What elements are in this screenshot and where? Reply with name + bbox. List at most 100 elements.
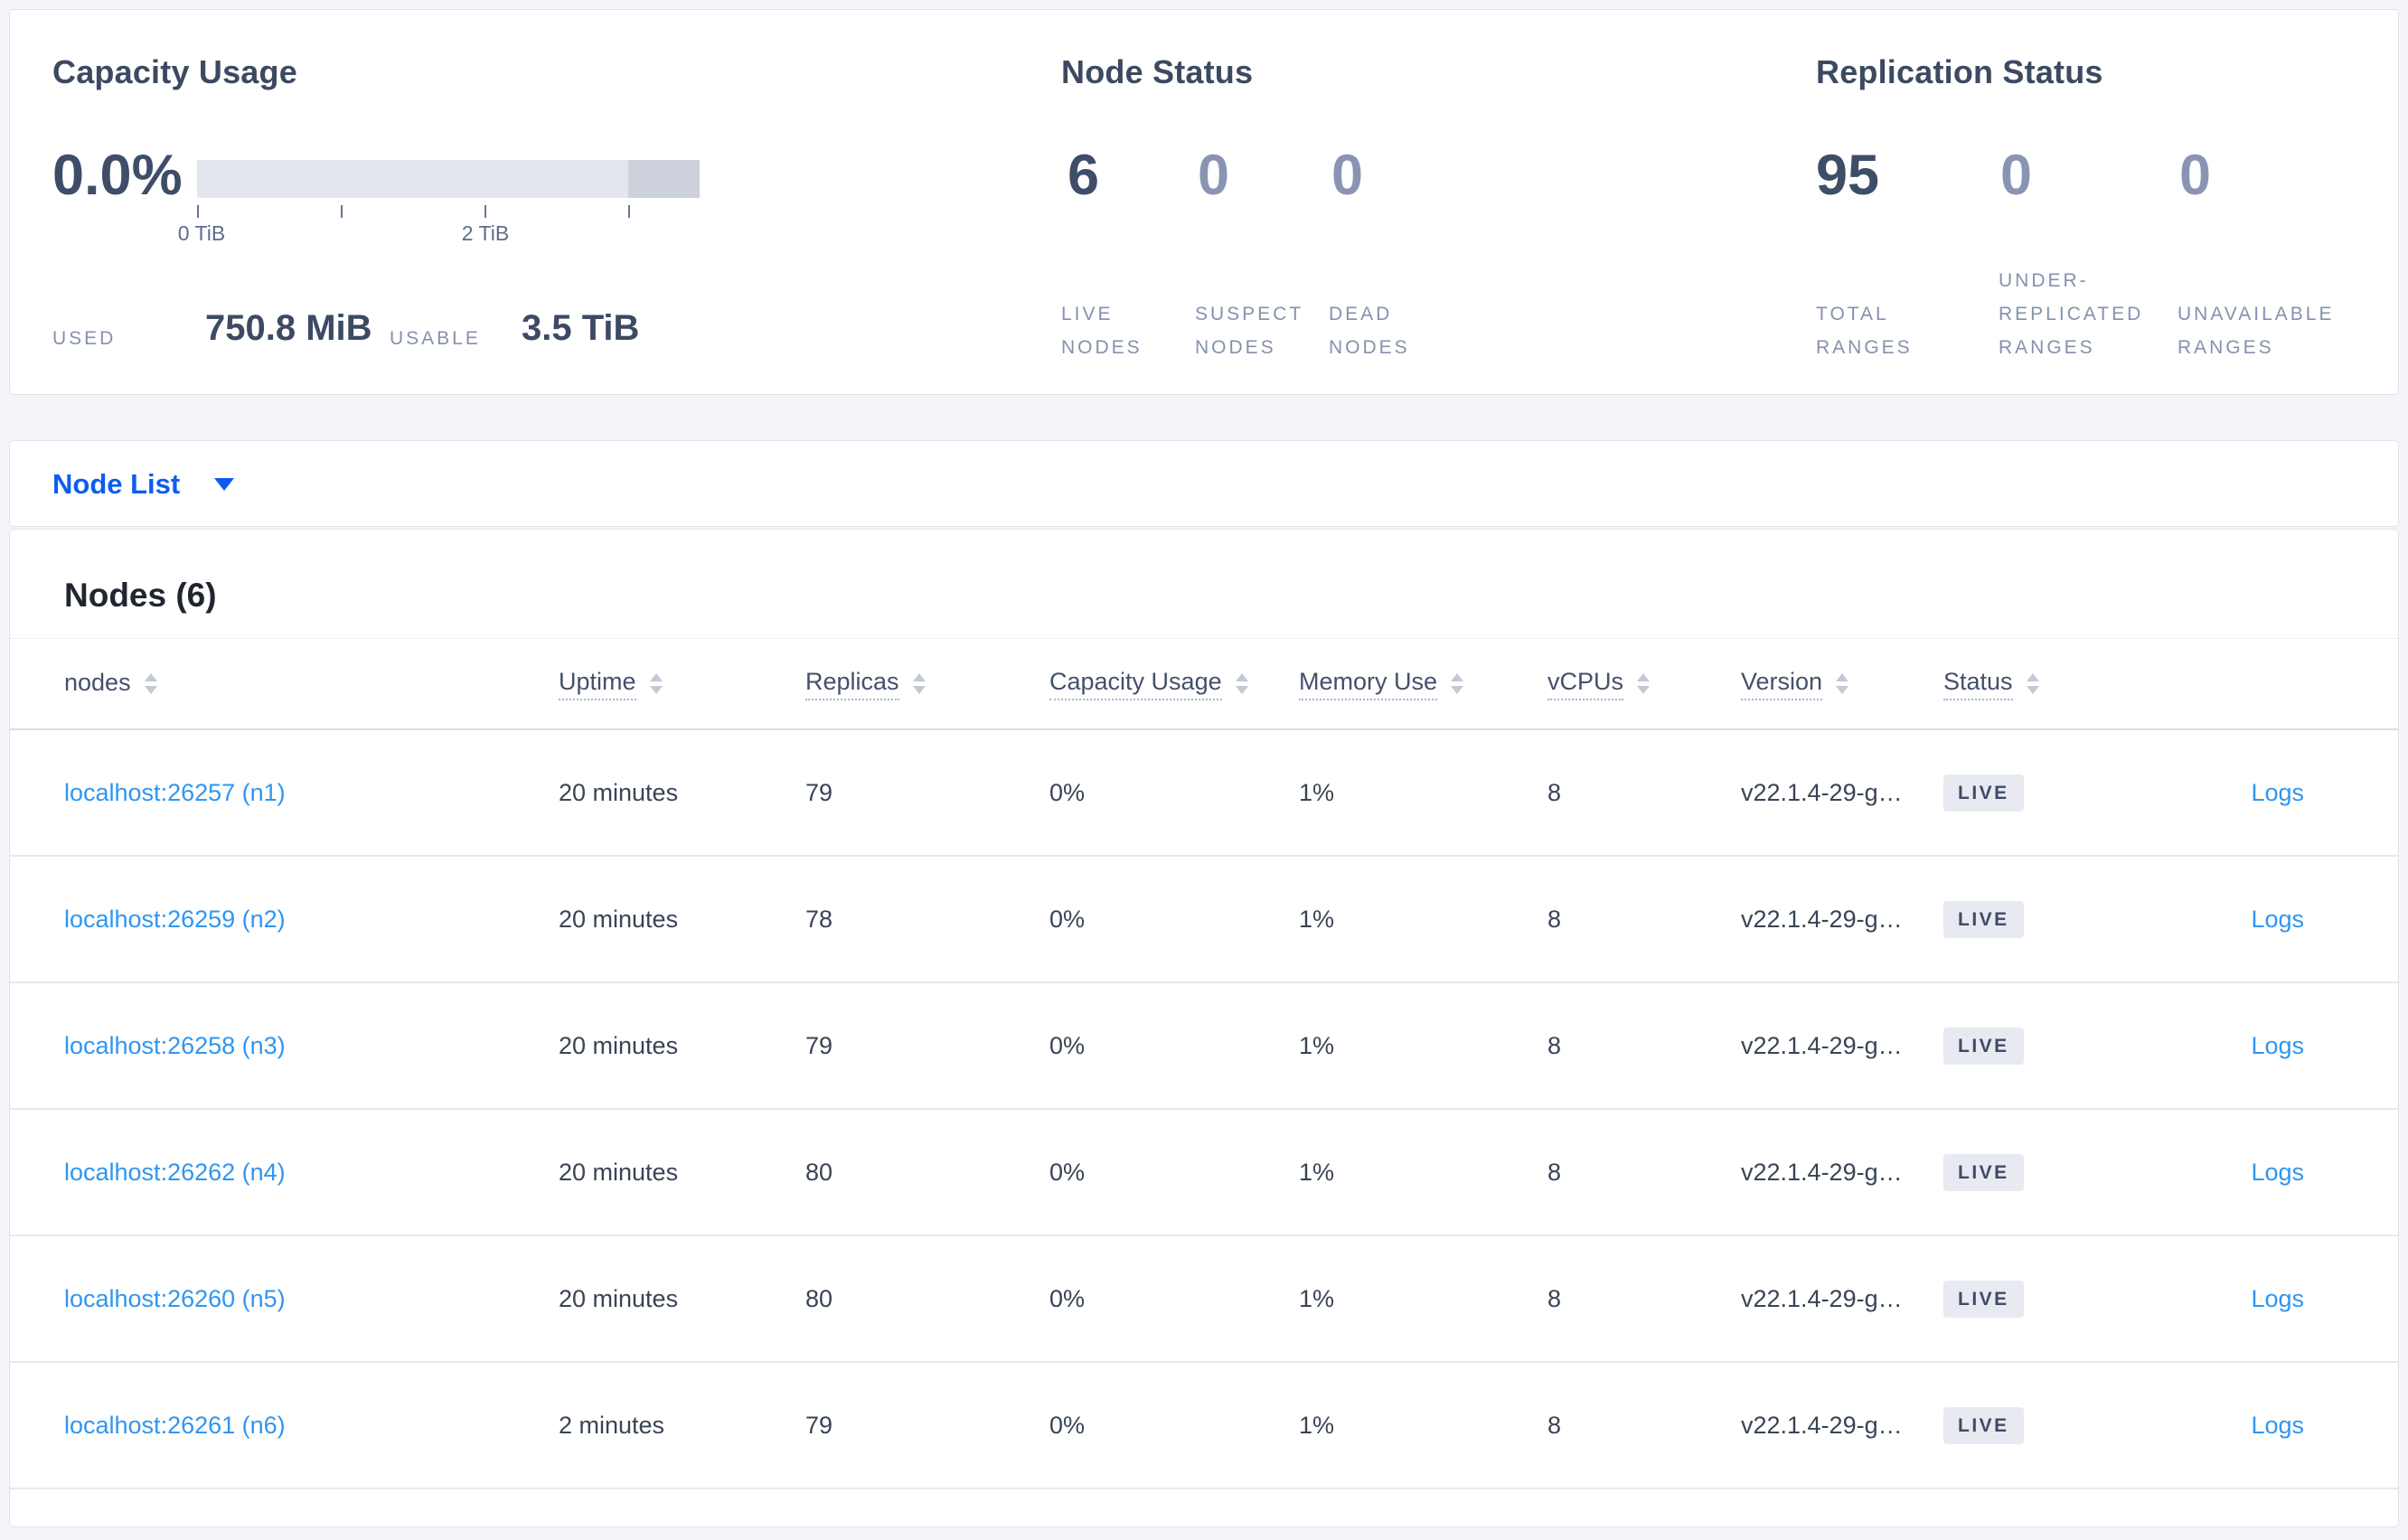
column-header-memory-use[interactable]: Memory Use [1299,668,1547,700]
sort-icon [2026,673,2039,694]
capacity-usage-cell: 0% [1049,905,1086,933]
replicas-cell: 79 [805,1031,833,1059]
version-cell: v22.1.4-29-g… [1741,1411,1903,1439]
node-link[interactable]: localhost:26258 (n3) [64,1032,286,1059]
memory-use-cell: 1% [1299,778,1335,806]
memory-use-cell: 1% [1299,1158,1335,1186]
capacity-axis-tick [484,205,486,218]
status-badge: LIVE [1943,1027,2024,1065]
column-header-version[interactable]: Version [1741,668,1943,700]
uptime-cell: 20 minutes [559,1031,679,1059]
nodes-section-title: Nodes (6) [64,577,217,614]
used-value: 750.8 MiB [205,308,372,348]
caret-down-icon [214,478,235,491]
capacity-usage-cell: 0% [1049,1031,1086,1059]
logs-link[interactable]: Logs [2251,906,2304,933]
replicas-cell: 78 [805,905,833,933]
sort-icon [1451,673,1464,694]
status-badge: LIVE [1943,900,2024,938]
version-cell: v22.1.4-29-g… [1741,1284,1903,1312]
total-ranges-value: 95 [1816,144,1880,207]
status-badge: LIVE [1943,1153,2024,1191]
capacity-tick-label-0: 0 TiB [177,221,226,245]
logs-link[interactable]: Logs [2251,1285,2304,1312]
total-ranges-label: TOTAL RANGES [1816,304,1913,358]
node-link[interactable]: localhost:26262 (n4) [64,1159,286,1186]
under-replicated-ranges-label: UNDER- REPLICATED RANGES [1999,270,2144,358]
sort-icon [144,673,157,694]
memory-use-cell: 1% [1299,1411,1335,1439]
nodes-table-card: Nodes (6) nodes Uptime Replicas Capacity… [9,529,2399,1527]
vcpus-cell: 8 [1547,1284,1562,1312]
dead-nodes-value: 0 [1331,144,1364,207]
dead-nodes-label: DEAD NODES [1329,304,1410,358]
node-list-dropdown-label: Node List [52,468,181,500]
node-link[interactable]: localhost:26257 (n1) [64,779,286,806]
capacity-percent-value: 0.0% [52,144,183,207]
table-header-row: nodes Uptime Replicas Capacity Usage Mem… [10,639,2398,730]
vcpus-cell: 8 [1547,1031,1562,1059]
cluster-summary-card: Capacity Usage 0.0% 0 TiB 2 TiB USED 750… [9,9,2399,395]
replicas-cell: 80 [805,1158,833,1186]
suspect-nodes-label: SUSPECT NODES [1195,304,1304,358]
version-cell: v22.1.4-29-g… [1741,778,1903,806]
memory-use-cell: 1% [1299,1031,1335,1059]
usable-label: USABLE [390,328,481,349]
logs-link[interactable]: Logs [2251,1032,2304,1059]
replicas-cell: 79 [805,778,833,806]
column-header-replicas[interactable]: Replicas [805,668,1049,700]
node-link[interactable]: localhost:26259 (n2) [64,906,286,933]
version-cell: v22.1.4-29-g… [1741,905,1903,933]
memory-use-cell: 1% [1299,1284,1335,1312]
unavailable-ranges-value: 0 [2179,144,2212,207]
uptime-cell: 2 minutes [559,1411,665,1439]
node-list-dropdown[interactable]: Node List [52,441,235,528]
capacity-usage-cell: 0% [1049,778,1086,806]
uptime-cell: 20 minutes [559,1284,679,1312]
node-link[interactable]: localhost:26261 (n6) [64,1412,286,1439]
status-badge: LIVE [1943,1280,2024,1318]
vcpus-cell: 8 [1547,905,1562,933]
under-replicated-ranges-value: 0 [2000,144,2033,207]
nodes-table: nodes Uptime Replicas Capacity Usage Mem… [10,638,2398,1489]
logs-link[interactable]: Logs [2251,1159,2304,1186]
uptime-cell: 20 minutes [559,1158,679,1186]
table-row: localhost:26261 (n6) 2 minutes 79 0% 1% … [10,1363,2398,1489]
capacity-axis-tick [341,205,343,218]
usable-value: 3.5 TiB [522,308,640,348]
vcpus-cell: 8 [1547,1158,1562,1186]
sort-icon [1235,673,1248,694]
vcpus-cell: 8 [1547,1411,1562,1439]
capacity-axis-tick [197,205,199,218]
version-cell: v22.1.4-29-g… [1741,1031,1903,1059]
logs-link[interactable]: Logs [2251,779,2304,806]
view-selector-bar: Node List [9,440,2399,527]
vcpus-cell: 8 [1547,778,1562,806]
column-header-uptime[interactable]: Uptime [559,668,805,700]
column-header-capacity-usage[interactable]: Capacity Usage [1049,668,1299,700]
logs-link[interactable]: Logs [2251,1412,2304,1439]
node-link[interactable]: localhost:26260 (n5) [64,1285,286,1312]
node-status-title: Node Status [1061,53,1254,90]
table-row: localhost:26258 (n3) 20 minutes 79 0% 1%… [10,983,2398,1110]
capacity-usage-bar [197,160,700,198]
used-label: USED [52,328,117,349]
version-cell: v22.1.4-29-g… [1741,1158,1903,1186]
capacity-axis-tick [628,205,630,218]
table-row: localhost:26257 (n1) 20 minutes 79 0% 1%… [10,730,2398,857]
capacity-usage-cell: 0% [1049,1158,1086,1186]
column-header-status[interactable]: Status [1943,668,2176,700]
status-badge: LIVE [1943,774,2024,812]
uptime-cell: 20 minutes [559,778,679,806]
live-nodes-label: LIVE NODES [1061,304,1143,358]
replication-status-title: Replication Status [1816,53,2103,90]
capacity-bar-reserved-segment [628,160,700,198]
column-header-nodes[interactable]: nodes [64,669,559,700]
replicas-cell: 79 [805,1411,833,1439]
column-header-vcpus[interactable]: vCPUs [1547,668,1741,700]
memory-use-cell: 1% [1299,905,1335,933]
capacity-usage-cell: 0% [1049,1284,1086,1312]
sort-icon [649,673,663,694]
status-badge: LIVE [1943,1406,2024,1444]
sort-icon [1836,673,1849,694]
